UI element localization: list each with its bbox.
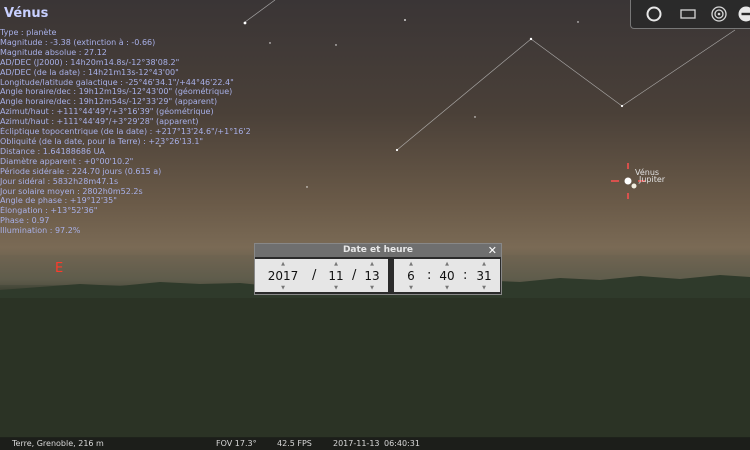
month-spinbox[interactable]: ▲ 11 ▼ — [324, 259, 348, 292]
status-date[interactable]: 2017-11-13 — [333, 437, 380, 450]
second-down-arrow[interactable]: ▼ — [473, 284, 495, 292]
object-info-line: Angle de phase : +19°12'35" — [0, 196, 117, 206]
star — [577, 21, 579, 23]
second-value[interactable]: 31 — [473, 269, 495, 283]
constellation-line — [530, 38, 623, 107]
day-spinbox[interactable]: ▲ 13 ▼ — [361, 259, 383, 292]
object-info-line: Angle horaire/dec : 19h12m19s/-12°43'00"… — [0, 87, 233, 97]
status-bar: Terre, Grenoble, 216 m FOV 17.3° 42.5 FP… — [0, 437, 750, 450]
object-info-line: Longitude/latitude galactique : -25°46'3… — [0, 77, 234, 87]
view-toolbar — [630, 0, 750, 29]
second-spinbox[interactable]: ▲ 31 ▼ — [473, 259, 495, 292]
star — [269, 42, 271, 44]
star — [335, 44, 337, 46]
star — [306, 186, 308, 188]
minus-circle-icon[interactable] — [737, 5, 750, 23]
star — [529, 37, 533, 41]
month-up-arrow[interactable]: ▲ — [324, 260, 348, 268]
object-info-line: Période sidérale : 224.70 jours (0.615 a… — [0, 166, 162, 176]
star — [404, 19, 406, 21]
time-panel: ▲ 6 ▼ : ▲ 40 ▼ : ▲ 31 ▼ — [394, 259, 500, 292]
object-info-line: Jour solaire moyen : 2802h0m52.2s — [0, 186, 143, 196]
minute-up-arrow[interactable]: ▲ — [436, 260, 458, 268]
minute-down-arrow[interactable]: ▼ — [436, 284, 458, 292]
jupiter-label: Jupiter — [639, 175, 666, 184]
object-info-line: AD/DEC (J2000) : 14h20m14.8s/-12°38'08.2… — [0, 57, 180, 67]
object-info-line: Type : planète — [0, 28, 57, 37]
year-down-arrow[interactable]: ▼ — [267, 284, 299, 292]
date-separator: / — [312, 268, 317, 283]
object-info-line: Azimut/haut : +111°44'49"/+3°16'39" (géo… — [0, 107, 214, 117]
day-value[interactable]: 13 — [361, 269, 383, 283]
status-fps: 42.5 FPS — [277, 439, 312, 448]
object-info-line: Azimut/haut : +111°44'49"/+3°29'28" (app… — [0, 117, 199, 127]
sphere-icon[interactable] — [645, 5, 663, 23]
dialog-title-bar[interactable]: Date et heure ✕ — [255, 244, 501, 257]
object-info-line: Jour sidéral : 5832h28m47.1s — [0, 176, 119, 186]
venus-planet — [624, 177, 632, 185]
hour-value[interactable]: 6 — [402, 269, 420, 283]
year-value[interactable]: 2017 — [267, 269, 299, 283]
constellation-line — [621, 29, 736, 107]
target-icon[interactable] — [710, 5, 728, 23]
object-info-line: AD/DEC (de la date) : 14h21m13s-12°43'00… — [0, 67, 179, 77]
rectangle-icon[interactable] — [679, 5, 697, 23]
hour-down-arrow[interactable]: ▼ — [402, 284, 420, 292]
second-up-arrow[interactable]: ▲ — [473, 260, 495, 268]
object-info-line: Angle horaire/dec : 19h12m54s/-12°33'29"… — [0, 97, 218, 107]
star — [620, 104, 624, 108]
time-separator: : — [463, 268, 468, 283]
hour-spinbox[interactable]: ▲ 6 ▼ — [402, 259, 420, 292]
close-icon[interactable]: ✕ — [488, 244, 497, 257]
constellation-line — [396, 38, 532, 151]
star — [474, 116, 476, 118]
object-info-line: Obliquité (de la date, pour la Terre) : … — [0, 136, 204, 146]
star — [395, 148, 399, 152]
date-separator: / — [352, 268, 357, 283]
object-info-line: Distance : 1.64188686 UA — [0, 146, 105, 156]
object-info-line: Illumination : 97.2% — [0, 226, 81, 236]
year-spinbox[interactable]: ▲ 2017 ▼ — [267, 259, 299, 292]
object-info-line: Diamètre apparent : +0°00'10.2" — [0, 156, 134, 166]
star — [243, 21, 247, 25]
jupiter-planet — [631, 183, 637, 189]
object-info-line: Écliptique topocentrique (de la date) : … — [0, 127, 250, 137]
status-location[interactable]: Terre, Grenoble, 216 m — [12, 437, 104, 450]
status-time[interactable]: 06:40:31 — [384, 437, 420, 450]
time-separator: : — [427, 268, 432, 283]
cardinal-east: E — [55, 261, 63, 276]
month-value[interactable]: 11 — [324, 269, 348, 283]
constellation-line — [244, 0, 276, 23]
year-up-arrow[interactable]: ▲ — [267, 260, 299, 268]
day-up-arrow[interactable]: ▲ — [361, 260, 383, 268]
date-time-dialog: Date et heure ✕ ▲ 2017 ▼ / ▲ 11 ▼ / ▲ 13… — [254, 243, 502, 295]
day-down-arrow[interactable]: ▼ — [361, 284, 383, 292]
minute-value[interactable]: 40 — [436, 269, 458, 283]
object-info-panel: Type : planète Magnitude : -3.38 (extinct… — [0, 28, 250, 236]
month-down-arrow[interactable]: ▼ — [324, 284, 348, 292]
hour-up-arrow[interactable]: ▲ — [402, 260, 420, 268]
object-info-line: Magnitude absolue : 27.12 — [0, 47, 107, 57]
dialog-title: Date et heure — [342, 245, 414, 255]
minute-spinbox[interactable]: ▲ 40 ▼ — [436, 259, 458, 292]
object-info-line: Élongation : +13°52'36" — [0, 206, 98, 216]
object-info-line: Phase : 0.97 — [0, 216, 50, 226]
object-name: Vénus — [4, 6, 49, 21]
status-fov: FOV 17.3° — [216, 439, 257, 448]
date-panel: ▲ 2017 ▼ / ▲ 11 ▼ / ▲ 13 ▼ — [255, 259, 388, 292]
object-info-line: Magnitude : -3.38 (extinction à : -0.66) — [0, 37, 156, 47]
